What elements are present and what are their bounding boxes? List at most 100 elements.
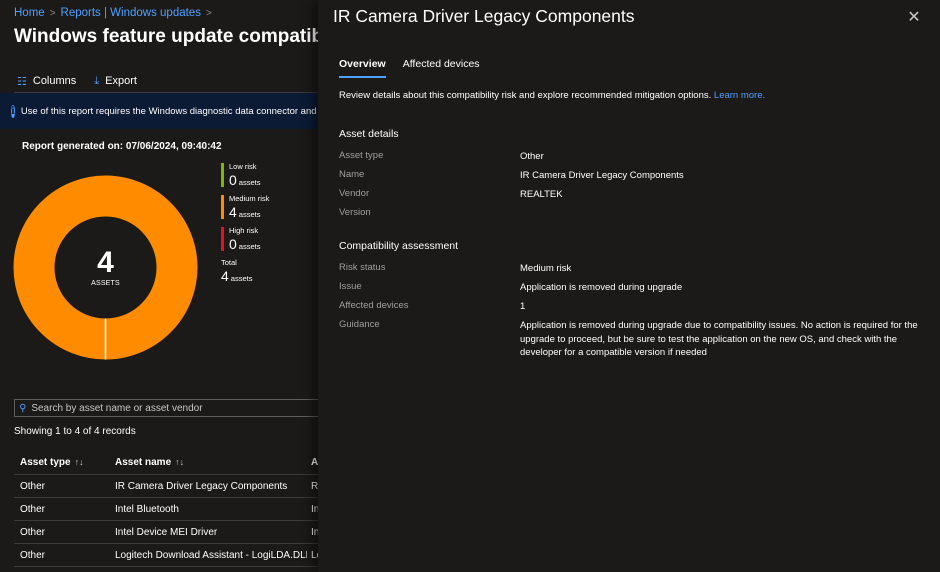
table-row[interactable]: Other Logitech Download Assistant - Logi… [14, 544, 344, 567]
detail-key: Issue [339, 281, 362, 292]
records-count: Showing 1 to 4 of 4 records [14, 426, 136, 437]
detail-value [520, 207, 920, 219]
legend-count: 0 assets [229, 172, 269, 191]
tab-overview[interactable]: Overview [339, 58, 386, 78]
detail-key: Guidance [339, 319, 380, 330]
column-header-label: Asset name [115, 457, 172, 468]
chevron-right-icon: > [205, 8, 212, 19]
column-header-label: Asset type [20, 457, 71, 468]
cell-asset-name: Intel Bluetooth [115, 503, 179, 515]
legend-high-risk: High risk 0 assets [221, 226, 269, 258]
legend-count-unit: assets [238, 210, 261, 219]
asset-details-heading: Asset details [339, 128, 399, 140]
legend-count: 4 assets [229, 204, 269, 223]
detail-value: IR Camera Driver Legacy Components [520, 170, 684, 181]
compatibility-assessment-heading: Compatibility assessment [339, 240, 459, 252]
breadcrumb: Home > Reports | Windows updates > [14, 7, 217, 19]
cell-asset-type: Other [20, 480, 46, 492]
cell-asset-name: Intel Device MEI Driver [115, 526, 218, 538]
breadcrumb-reports-windows-updates[interactable]: Reports | Windows updates [61, 7, 201, 19]
cell-asset-name: Logitech Download Assistant - LogiLDA.DL… [115, 549, 307, 561]
detail-row-asset-type: Asset type Other [339, 150, 929, 164]
legend-count: 0 assets [229, 236, 269, 255]
legend-count-value: 4 [221, 268, 229, 284]
legend-color-bar [221, 195, 224, 219]
export-label: Export [105, 75, 137, 87]
compatibility-assessment-list: Risk status Medium risk Issue Applicatio… [339, 262, 929, 365]
donut-total-label: ASSETS [91, 280, 120, 287]
columns-label: Columns [32, 75, 77, 87]
detail-row-affected-devices: Affected devices 1 [339, 300, 929, 314]
learn-more-link[interactable]: Learn more. [714, 90, 765, 101]
legend-count: 4 assets [221, 268, 269, 287]
detail-value: Application is removed during upgrade [520, 282, 683, 293]
detail-row-issue: Issue Application is removed during upgr… [339, 281, 929, 295]
asset-search-box[interactable]: ⚲ [14, 399, 334, 417]
detail-key: Name [339, 169, 365, 180]
detail-row-guidance: Guidance Application is removed during u… [339, 319, 929, 360]
close-icon: ✕ [907, 9, 921, 26]
panel-tabs: Overview Affected devices [339, 58, 480, 78]
donut-center: 4 ASSETS [13, 175, 198, 360]
cell-asset-type: Other [20, 503, 46, 515]
asset-detail-panel: IR Camera Driver Legacy Components ✕ Ove… [318, 0, 940, 572]
detail-value: Other [520, 151, 544, 162]
columns-button[interactable]: ☷ Columns [14, 75, 79, 88]
info-banner: i Use of this report requires the Window… [0, 93, 330, 129]
report-generated-date: Report generated on: 07/06/2024, 09:40:4… [22, 141, 222, 152]
detail-row-name: Name IR Camera Driver Legacy Components [339, 169, 929, 183]
legend-low-risk: Low risk 0 assets [221, 162, 269, 194]
table-row[interactable]: Other Intel Bluetooth In [14, 498, 344, 521]
columns-icon: ☷ [17, 75, 27, 88]
legend-medium-risk: Medium risk 4 assets [221, 194, 269, 226]
legend-label: Total [221, 258, 237, 267]
tab-affected-devices[interactable]: Affected devices [403, 58, 480, 75]
detail-key: Affected devices [339, 300, 409, 311]
detail-value: REALTEK [520, 189, 563, 200]
panel-description: Review details about this compatibility … [339, 90, 765, 101]
detail-row-version: Version [339, 207, 929, 219]
cell-asset-name: IR Camera Driver Legacy Components [115, 480, 288, 492]
column-header-asset-name[interactable]: Asset name ↑↓ [109, 457, 307, 468]
chevron-right-icon: > [49, 8, 56, 19]
breadcrumb-home[interactable]: Home [14, 7, 45, 19]
info-banner-text: Use of this report requires the Windows … [20, 105, 330, 117]
legend-color-bar [221, 163, 224, 187]
detail-key: Version [339, 207, 371, 218]
toolbar: ☷ Columns ⤓ Export [14, 71, 140, 91]
info-icon: i [11, 104, 15, 118]
legend-count-unit: assets [230, 274, 253, 283]
asset-details-list: Asset type Other Name IR Camera Driver L… [339, 150, 929, 225]
panel-description-text: Review details about this compatibility … [339, 90, 712, 101]
close-panel-button[interactable]: ✕ [905, 8, 923, 26]
detail-key: Vendor [339, 188, 370, 199]
legend-count-unit: assets [238, 178, 261, 187]
risk-legend: Low risk 0 assets Medium risk 4 assets Hig… [221, 162, 269, 288]
cell-asset-type: Other [20, 549, 46, 561]
detail-row-vendor: Vendor REALTEK [339, 188, 929, 202]
detail-key: Risk status [339, 262, 386, 273]
sort-icon: ↑↓ [74, 457, 84, 467]
export-button[interactable]: ⤓ Export [91, 75, 140, 88]
page-title: Windows feature update compatibility [14, 26, 356, 47]
panel-title: IR Camera Driver Legacy Components [333, 6, 635, 26]
table-row[interactable]: Other Intel Device MEI Driver In [14, 521, 344, 544]
detail-value: 1 [520, 301, 526, 312]
asset-search-input[interactable] [31, 402, 312, 414]
assets-table: Asset type ↑↓ Asset name ↑↓ A Other IR Cam… [14, 451, 344, 567]
donut-total-value: 4 [97, 246, 114, 279]
legend-count-unit: assets [238, 242, 261, 251]
legend-label: Medium risk [229, 194, 270, 203]
legend-count-value: 0 [229, 236, 237, 252]
legend-total: Total 4 assets [221, 258, 269, 288]
cell-asset-type: Other [20, 526, 46, 538]
detail-key: Asset type [339, 150, 384, 161]
table-row[interactable]: Other IR Camera Driver Legacy Components… [14, 475, 344, 498]
column-header-asset-type[interactable]: Asset type ↑↓ [14, 457, 109, 468]
table-header: Asset type ↑↓ Asset name ↑↓ A [14, 451, 344, 475]
legend-count-value: 0 [229, 172, 237, 188]
legend-count-value: 4 [229, 204, 237, 220]
detail-value: Medium risk [520, 263, 572, 274]
download-icon: ⤓ [94, 74, 100, 87]
detail-row-risk-status: Risk status Medium risk [339, 262, 929, 276]
